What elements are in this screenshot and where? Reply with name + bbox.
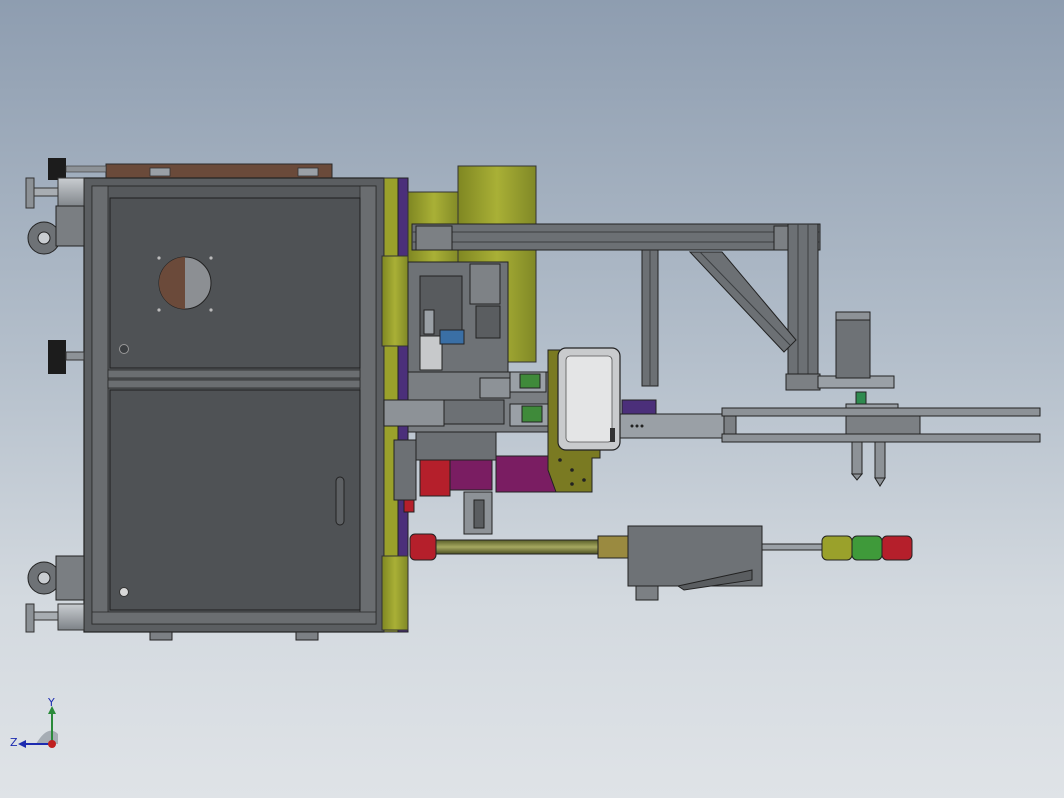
caster-bracket [55, 205, 85, 247]
main-cabinet[interactable] [83, 163, 385, 641]
top-clip [297, 167, 319, 177]
screw [209, 256, 213, 260]
middle-rail [107, 379, 361, 389]
small-port [119, 587, 129, 597]
upper-door-panel [109, 197, 361, 369]
z-axis-label: Z [10, 736, 18, 749]
cylinder-assembly [409, 525, 825, 601]
top-clip [149, 167, 171, 177]
frame-profile [91, 185, 109, 625]
foot-pad [295, 631, 319, 641]
leveling-foot-rod [65, 165, 107, 173]
cad-viewport[interactable] [0, 0, 1064, 798]
coordinate-triad-icon: Y Z [10, 698, 58, 749]
slide-rail [619, 399, 1041, 443]
motor-assembly [835, 311, 921, 487]
screw [157, 308, 161, 312]
foot-pad [149, 631, 173, 641]
leveling-foot [48, 158, 66, 180]
door-handle [335, 476, 345, 526]
screw [157, 256, 161, 260]
signal-tower [821, 535, 913, 561]
small-port [119, 344, 129, 354]
bottom-rail [91, 611, 377, 625]
leveling-block [57, 177, 85, 209]
leveling-pad [25, 177, 35, 209]
frame-profile [359, 185, 377, 625]
lower-door-panel [109, 389, 361, 611]
x-axis-origin [48, 740, 56, 748]
middle-rail [107, 369, 361, 379]
screw [209, 308, 213, 312]
pendant-panel [557, 347, 621, 451]
z-axis-arrowhead [18, 740, 26, 748]
y-axis-label: Y [47, 698, 55, 709]
